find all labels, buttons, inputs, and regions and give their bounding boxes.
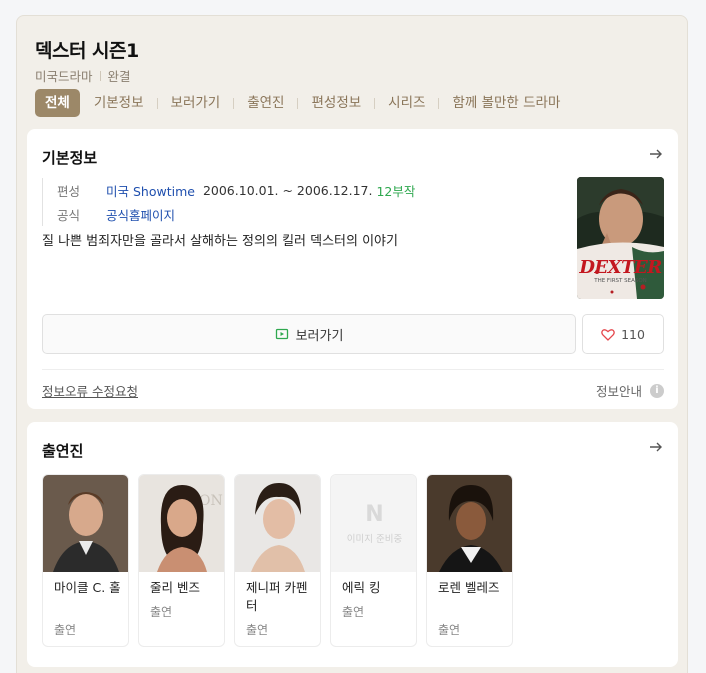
heart-icon [601, 328, 615, 341]
tab-watch[interactable]: 보러가기 [165, 89, 227, 117]
info-guide[interactable]: 정보안내 i [596, 381, 664, 400]
air-dates: 2006.10.01. ~ 2006.12.17. [202, 182, 373, 198]
cast-card: 출연진 마이클 C. 홀 출연 ON 줄리 벤즈 출연 제니퍼 카펜터 출연 N… [27, 422, 678, 667]
divider [42, 369, 664, 370]
meta-divider [99, 70, 101, 81]
play-icon [275, 328, 288, 340]
poster-subtext: THE FIRST SEASON [594, 278, 647, 284]
cast-name: 제니퍼 카펜터 [246, 580, 308, 613]
info-icon: i [650, 383, 664, 398]
info-row-official: 공식 공식홈페이지 [43, 202, 415, 226]
cast-item[interactable]: N 이미지 준비중 에릭 킹 출연 [330, 474, 417, 647]
cast-name: 마이클 C. 홀 [54, 580, 121, 595]
tab-divider [297, 97, 299, 109]
cast-photo [43, 475, 128, 572]
cast-name: 로렌 벨레즈 [438, 580, 500, 595]
tab-divider [438, 97, 440, 109]
cast-photo [427, 475, 512, 572]
cast-photo: ON [139, 475, 224, 572]
basic-info-card: 기본정보 편성 미국 Showtime 2006.10.01. ~ 2006.1… [27, 129, 678, 409]
cast-role: 출연 [150, 605, 173, 619]
meta-info: 미국드라마 완결 [35, 66, 131, 85]
cast-name: 에릭 킹 [342, 580, 381, 595]
basic-info-title: 기본정보 [42, 149, 98, 167]
synopsis: 질 나쁜 범죄자만을 골라서 살해하는 정의의 킬러 덱스터의 이야기 [42, 234, 398, 249]
tab-schedule[interactable]: 편성정보 [305, 89, 367, 117]
cast-item[interactable]: ON 줄리 벤즈 출연 [138, 474, 225, 647]
poster-image[interactable]: DEXTER THE FIRST SEASON [577, 177, 664, 299]
cast-role: 출연 [342, 605, 365, 619]
watch-button[interactable]: 보러가기 [42, 314, 576, 354]
info-rows: 편성 미국 Showtime 2006.10.01. ~ 2006.12.17.… [42, 178, 415, 226]
poster-logo-text: DEXTER [579, 257, 662, 278]
content-panel: 덱스터 시즌1 미국드라마 완결 전체 기본정보 보러가기 출연진 편성정보 시… [16, 15, 688, 673]
arrow-right-icon[interactable] [648, 146, 664, 162]
cast-list: 마이클 C. 홀 출연 ON 줄리 벤즈 출연 제니퍼 카펜터 출연 N 이미지… [42, 474, 522, 647]
info-label: 공식 [57, 207, 81, 223]
info-label: 편성 [57, 183, 81, 199]
tab-divider [374, 97, 376, 109]
tab-recommended[interactable]: 함께 볼만한 드라마 [446, 89, 566, 117]
cast-item[interactable]: 마이클 C. 홀 출연 [42, 474, 129, 647]
official-site-link[interactable]: 공식홈페이지 [106, 205, 175, 224]
cast-item[interactable]: 제니퍼 카펜터 출연 [234, 474, 321, 647]
cast-role: 출연 [438, 623, 461, 637]
tab-basic-info[interactable]: 기본정보 [88, 89, 150, 117]
like-button[interactable]: 110 [582, 314, 664, 354]
cast-photo [235, 475, 320, 572]
cast-item[interactable]: 로렌 벨레즈 출연 [426, 474, 513, 647]
meta-status: 완결 [107, 69, 131, 84]
arrow-right-icon[interactable] [648, 439, 664, 455]
tab-divider [156, 97, 158, 109]
tab-all[interactable]: 전체 [35, 89, 80, 117]
naver-logo-icon: N [365, 502, 384, 527]
like-count: 110 [621, 326, 645, 342]
cast-role: 출연 [246, 623, 269, 637]
tab-cast[interactable]: 출연진 [241, 89, 290, 117]
cast-title: 출연진 [42, 442, 84, 460]
cast-photo-placeholder: N 이미지 준비중 [331, 475, 416, 572]
page-title: 덱스터 시즌1 [35, 40, 139, 62]
cast-name: 줄리 벤즈 [150, 580, 200, 595]
report-error-link[interactable]: 정보오류 수정요청 [42, 381, 138, 400]
tab-divider [233, 97, 235, 109]
tab-series[interactable]: 시리즈 [382, 89, 431, 117]
cast-role: 출연 [54, 623, 77, 637]
meta-genre[interactable]: 미국드라마 [35, 66, 93, 85]
tab-bar: 전체 기본정보 보러가기 출연진 편성정보 시리즈 함께 볼만한 드라마 [35, 89, 566, 117]
no-image-text: 이미지 준비중 [346, 534, 403, 545]
info-row-broadcast: 편성 미국 Showtime 2006.10.01. ~ 2006.12.17.… [43, 178, 415, 202]
info-guide-label: 정보안내 [595, 384, 642, 399]
network-link[interactable]: 미국 Showtime [106, 181, 195, 200]
watch-button-label: 보러가기 [295, 328, 344, 344]
episode-count: 12부작 [376, 183, 416, 199]
